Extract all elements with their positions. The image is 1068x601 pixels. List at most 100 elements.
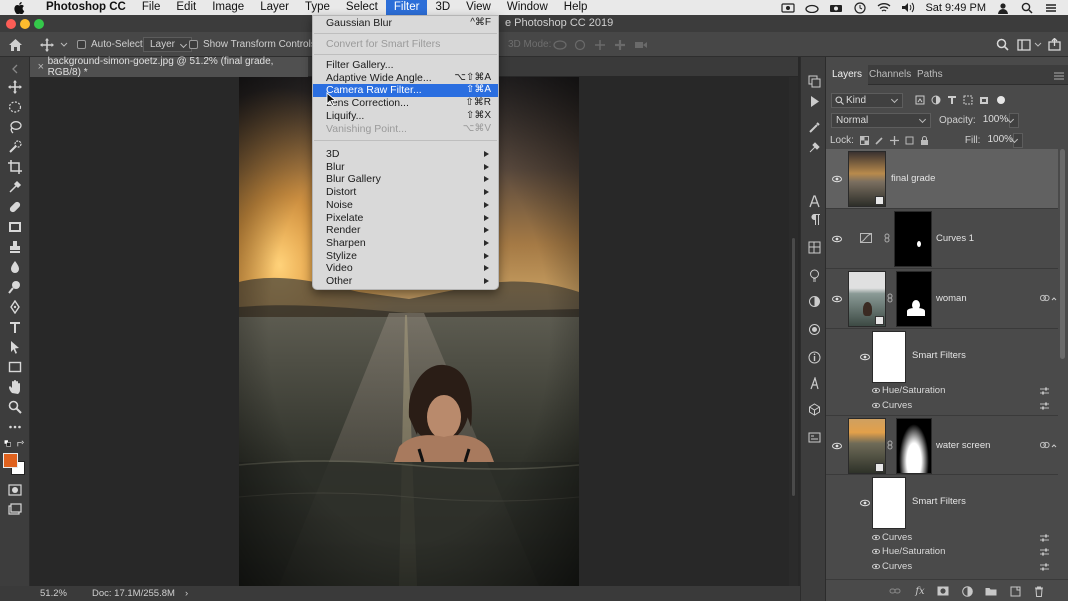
search-icon[interactable] — [996, 32, 1009, 57]
menu-view[interactable]: View — [458, 0, 499, 15]
filter-curves-row[interactable]: Curves — [826, 560, 1058, 574]
mask-link-icon[interactable] — [887, 293, 893, 303]
lock-paint-icon[interactable] — [875, 136, 884, 145]
filter-blending-options-icon[interactable] — [1040, 563, 1049, 571]
path-select-tool-icon[interactable] — [5, 339, 25, 355]
menu-item-blur[interactable]: Blur — [313, 161, 498, 174]
menu-item-pixelate[interactable]: Pixelate — [313, 212, 498, 225]
menu-item-noise[interactable]: Noise — [313, 199, 498, 212]
rectangle-tool-icon[interactable] — [5, 359, 25, 375]
menu-filter[interactable]: Filter — [385, 0, 428, 15]
menu-3d[interactable]: 3D — [427, 0, 458, 15]
glyphs-icon[interactable] — [806, 375, 822, 391]
menubar-clock[interactable]: Sat 9:49 PM — [925, 2, 986, 14]
visibility-eye-icon[interactable] — [832, 235, 842, 243]
water-smart-filters-row[interactable]: Smart Filters — [826, 475, 1058, 531]
camera-icon[interactable] — [829, 2, 843, 13]
swap-colors-icon[interactable] — [16, 439, 26, 449]
show-transform-checkbox[interactable] — [189, 40, 198, 49]
3d-panel-icon[interactable] — [806, 401, 822, 417]
visibility-eye-icon[interactable] — [832, 295, 842, 303]
layers-scrollbar[interactable] — [1058, 149, 1066, 579]
visibility-eye-icon[interactable] — [860, 353, 870, 361]
visibility-eye-icon[interactable] — [872, 563, 880, 570]
tool-preset-chevron-icon[interactable] — [60, 32, 68, 57]
opacity-value[interactable]: 100% — [979, 113, 1009, 128]
type-tool-icon[interactable] — [5, 319, 25, 335]
default-colors-icon[interactable] — [3, 439, 15, 449]
zoom-tool-icon[interactable] — [5, 399, 25, 415]
tab-layers[interactable]: Layers — [826, 65, 869, 85]
new-group-folder-icon[interactable] — [985, 585, 997, 597]
filter-curves-row[interactable]: Curves — [826, 531, 1058, 545]
auto-select-dropdown[interactable]: Layer — [143, 37, 193, 52]
menu-edit[interactable]: Edit — [168, 0, 204, 15]
3d-slide-icon[interactable] — [614, 32, 626, 57]
layer-mask-thumbnail[interactable] — [894, 211, 932, 267]
quick-mask-icon[interactable] — [5, 482, 25, 498]
visibility-eye-icon[interactable] — [872, 402, 880, 409]
crop-tool-icon[interactable] — [5, 159, 25, 175]
layer-name[interactable]: final grade — [891, 173, 935, 184]
styles-icon[interactable] — [806, 321, 822, 337]
filter-blending-options-icon[interactable] — [1040, 387, 1049, 395]
layer-final-grade[interactable]: final grade — [826, 149, 1058, 209]
visibility-eye-icon[interactable] — [872, 548, 880, 555]
adjustments-icon[interactable] — [806, 293, 822, 309]
menu-image[interactable]: Image — [204, 0, 252, 15]
smart-filters-label[interactable]: Smart Filters — [912, 496, 966, 507]
menu-item-other[interactable]: Other — [313, 275, 498, 288]
blend-mode-dropdown[interactable]: Normal — [831, 112, 931, 128]
healing-brush-tool-icon[interactable] — [5, 199, 25, 215]
status-menu-arrow-icon[interactable]: › — [185, 588, 188, 599]
tab-channels[interactable]: Channels — [863, 65, 917, 85]
zoom-level[interactable]: 51.2% — [40, 588, 67, 599]
visibility-eye-icon[interactable] — [832, 175, 842, 183]
menu-item-stylize[interactable]: Stylize — [313, 250, 498, 263]
mask-link-icon[interactable] — [887, 440, 893, 450]
smart-filter-icon[interactable] — [1039, 293, 1050, 302]
lock-artboard-icon[interactable] — [905, 136, 914, 145]
layer-woman[interactable]: woman — [826, 269, 1058, 329]
filter-type-icon[interactable] — [947, 95, 957, 105]
screen-record-icon[interactable] — [781, 2, 796, 13]
share-icon[interactable] — [1048, 32, 1061, 57]
volume-icon[interactable] — [901, 2, 915, 13]
smart-filter-mask-thumbnail[interactable] — [872, 477, 906, 529]
collapse-filters-chevron-icon[interactable] — [1051, 293, 1057, 301]
filter-hue-saturation-row[interactable]: Hue/Saturation — [826, 384, 1058, 398]
filter-blending-options-icon[interactable] — [1040, 534, 1049, 542]
menu-item-filter-gallery[interactable]: Filter Gallery... — [313, 59, 498, 72]
layer-name[interactable]: Curves 1 — [936, 233, 974, 244]
eraser-tool-icon[interactable] — [5, 259, 25, 275]
menu-item-distort[interactable]: Distort — [313, 186, 498, 199]
canvas-scroll-thumb[interactable] — [791, 237, 796, 497]
canvas-vertical-scrollbar[interactable] — [789, 77, 798, 586]
menu-item-lens-correction[interactable]: Lens Correction... ⇧⌘R — [313, 97, 498, 110]
link-layers-icon[interactable] — [889, 585, 901, 597]
filter-pixel-icon[interactable] — [915, 95, 925, 105]
properties-icon[interactable] — [806, 429, 822, 445]
menu-file[interactable]: File — [134, 0, 169, 15]
collapse-filters-chevron-icon[interactable] — [1051, 440, 1057, 448]
history-icon[interactable] — [806, 73, 822, 89]
menu-select[interactable]: Select — [338, 0, 386, 15]
menu-layer[interactable]: Layer — [252, 0, 297, 15]
libraries-icon[interactable] — [806, 239, 822, 255]
filter-curves-row[interactable]: Curves — [826, 399, 1058, 413]
woman-smart-filters-row[interactable]: Smart Filters — [826, 329, 1058, 385]
lock-position-icon[interactable] — [889, 135, 899, 145]
new-layer-icon[interactable] — [1009, 585, 1021, 597]
pen-tool-icon[interactable] — [5, 299, 25, 315]
filter-blending-options-icon[interactable] — [1040, 548, 1049, 556]
3d-scale-icon[interactable] — [634, 32, 648, 57]
filter-blending-options-icon[interactable] — [1040, 402, 1049, 410]
smart-filter-mask-thumbnail[interactable] — [872, 331, 906, 383]
layers-scroll-thumb[interactable] — [1060, 149, 1065, 359]
document-tab[interactable]: × background-simon-goetz.jpg @ 51.2% (fi… — [30, 56, 308, 78]
3d-orbit-icon[interactable] — [553, 32, 567, 57]
menu-photoshop[interactable]: Photoshop CC — [38, 0, 134, 15]
learn-bulb-icon[interactable] — [806, 267, 822, 283]
fill-value[interactable]: 100% — [983, 133, 1013, 148]
brush-tool-icon[interactable] — [5, 219, 25, 235]
